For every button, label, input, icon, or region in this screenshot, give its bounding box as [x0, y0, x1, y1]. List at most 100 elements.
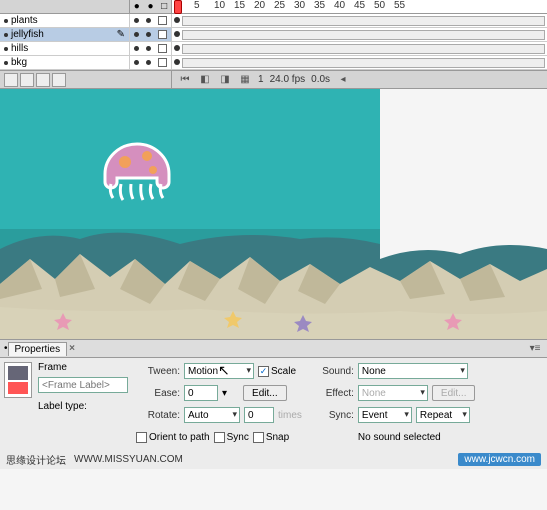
orient-checkbox[interactable]: Orient to path [136, 432, 210, 443]
visibility-toggle[interactable] [134, 32, 139, 37]
delete-layer-button[interactable] [52, 73, 66, 87]
playback-controls: ⏮ ◧ ◨ ▦ 1 24.0 fps 0.0s ◂ [172, 73, 547, 87]
frame-type-icon [4, 362, 32, 398]
layer-toggles [130, 42, 172, 55]
new-folder-button[interactable] [36, 73, 50, 87]
timeline-footer: ⏮ ◧ ◨ ▦ 1 24.0 fps 0.0s ◂ [0, 70, 547, 88]
frames-ruler[interactable]: 1 5 10 15 20 25 30 35 40 45 50 55 [172, 0, 547, 13]
layer-name[interactable]: bkg [0, 56, 130, 69]
lock-toggle[interactable] [146, 32, 151, 37]
ease-arrow-icon[interactable]: ▾ [222, 388, 227, 399]
timeline-ruler: ● ● □ 1 5 10 15 20 25 30 35 40 45 50 55 [0, 0, 547, 14]
snap-checkbox[interactable]: Snap [253, 432, 289, 443]
watermark-footer: 思缘设计论坛 WWW.MISSYUAN.COM www.jcwcn.com [0, 450, 547, 469]
effect-select[interactable]: None [358, 385, 428, 401]
ruler-15: 15 [232, 0, 252, 13]
tween-label: Tween: [136, 366, 180, 377]
lock-toggle[interactable] [146, 18, 151, 23]
ruler-35: 35 [312, 0, 332, 13]
properties-tab-bar: • Properties × ▾≡ [0, 340, 547, 358]
ruler-25: 25 [272, 0, 292, 13]
outline-toggle[interactable] [158, 58, 167, 67]
layer-toggle-header: ● ● □ [130, 0, 172, 13]
visibility-toggle[interactable] [134, 18, 139, 23]
layer-controls [0, 71, 172, 88]
visibility-toggle[interactable] [134, 60, 139, 65]
panel-menu-icon[interactable]: ▾≡ [527, 343, 543, 354]
ease-label: Ease: [136, 388, 180, 399]
rotate-label: Rotate: [136, 410, 180, 421]
lock-icon[interactable]: ● [147, 1, 153, 12]
sync-label: Sync: [310, 410, 354, 421]
layer-icon [4, 61, 8, 65]
sync-select[interactable]: Event [358, 407, 412, 423]
layer-name[interactable]: jellyfish ✎ [0, 28, 130, 41]
layer-label: jellyfish [11, 29, 44, 40]
ruler-55: 55 [392, 0, 412, 13]
ruler-50: 50 [372, 0, 392, 13]
effect-label: Effect: [310, 388, 354, 399]
ruler-45: 45 [352, 0, 372, 13]
layer-toggles [130, 56, 172, 69]
layer-label: hills [11, 43, 28, 54]
scale-checkbox[interactable]: ✓Scale [258, 366, 296, 377]
properties-tab[interactable]: Properties [8, 342, 68, 356]
footer-cn: 思缘设计论坛 [6, 452, 66, 467]
outline-toggle[interactable] [158, 16, 167, 25]
layer-row-plants[interactable]: plants [0, 14, 547, 28]
lock-toggle[interactable] [146, 46, 151, 51]
label-type-label: Label type: [38, 401, 87, 412]
pencil-icon: ✎ [117, 29, 125, 40]
edit-multi-icon[interactable]: ▦ [238, 73, 252, 87]
outline-icon[interactable]: □ [161, 1, 167, 12]
footer-url2: www.jcwcn.com [458, 453, 541, 466]
ruler-20: 20 [252, 0, 272, 13]
rotate-times-input[interactable] [244, 407, 274, 423]
playhead[interactable] [174, 0, 182, 14]
sync-checkbox[interactable]: Sync [214, 432, 249, 443]
close-tab-icon[interactable]: × [69, 343, 75, 354]
onion-outline-icon[interactable]: ◨ [218, 73, 232, 87]
frames-track[interactable] [172, 42, 547, 55]
scroll-left-icon[interactable]: ◂ [336, 73, 350, 87]
frame-label-input[interactable] [38, 377, 128, 393]
onion-skin-icon[interactable]: ◧ [198, 73, 212, 87]
ease-input[interactable] [184, 385, 218, 401]
new-layer-button[interactable] [4, 73, 18, 87]
outline-toggle[interactable] [158, 30, 167, 39]
frames-track[interactable] [172, 56, 547, 69]
frames-track[interactable] [172, 28, 547, 41]
repeat-select[interactable]: Repeat [416, 407, 470, 423]
layer-name[interactable]: hills [0, 42, 130, 55]
ease-edit-button[interactable]: Edit... [243, 385, 287, 401]
layer-icon [4, 33, 8, 37]
lock-toggle[interactable] [146, 60, 151, 65]
layer-name[interactable]: plants [0, 14, 130, 27]
eye-icon[interactable]: ● [134, 1, 140, 12]
fps-readout: 24.0 fps [270, 74, 306, 85]
visibility-toggle[interactable] [134, 46, 139, 51]
ruler-5: 5 [192, 0, 212, 13]
no-sound-text: No sound selected [358, 432, 441, 443]
layer-label: plants [11, 15, 38, 26]
ruler-30: 30 [292, 0, 312, 13]
layer-icon [4, 47, 8, 51]
layer-row-bkg[interactable]: bkg [0, 56, 547, 70]
layer-toggles [130, 28, 172, 41]
effect-edit-button[interactable]: Edit... [432, 385, 476, 401]
sound-select[interactable]: None [358, 363, 468, 379]
stage-canvas[interactable] [0, 89, 547, 339]
layer-row-hills[interactable]: hills [0, 42, 547, 56]
layer-row-jellyfish[interactable]: jellyfish ✎ [0, 28, 547, 42]
outline-toggle[interactable] [158, 44, 167, 53]
tween-select[interactable]: Motion [184, 363, 254, 379]
layer-toggles [130, 14, 172, 27]
rotate-select[interactable]: Auto [184, 407, 240, 423]
ruler-10: 10 [212, 0, 232, 13]
times-label: times [278, 410, 302, 421]
new-guide-button[interactable] [20, 73, 34, 87]
timeline-panel: ● ● □ 1 5 10 15 20 25 30 35 40 45 50 55 … [0, 0, 547, 89]
frames-track[interactable] [172, 14, 547, 27]
rewind-icon[interactable]: ⏮ [178, 73, 192, 87]
frame-title: Frame [38, 362, 128, 373]
